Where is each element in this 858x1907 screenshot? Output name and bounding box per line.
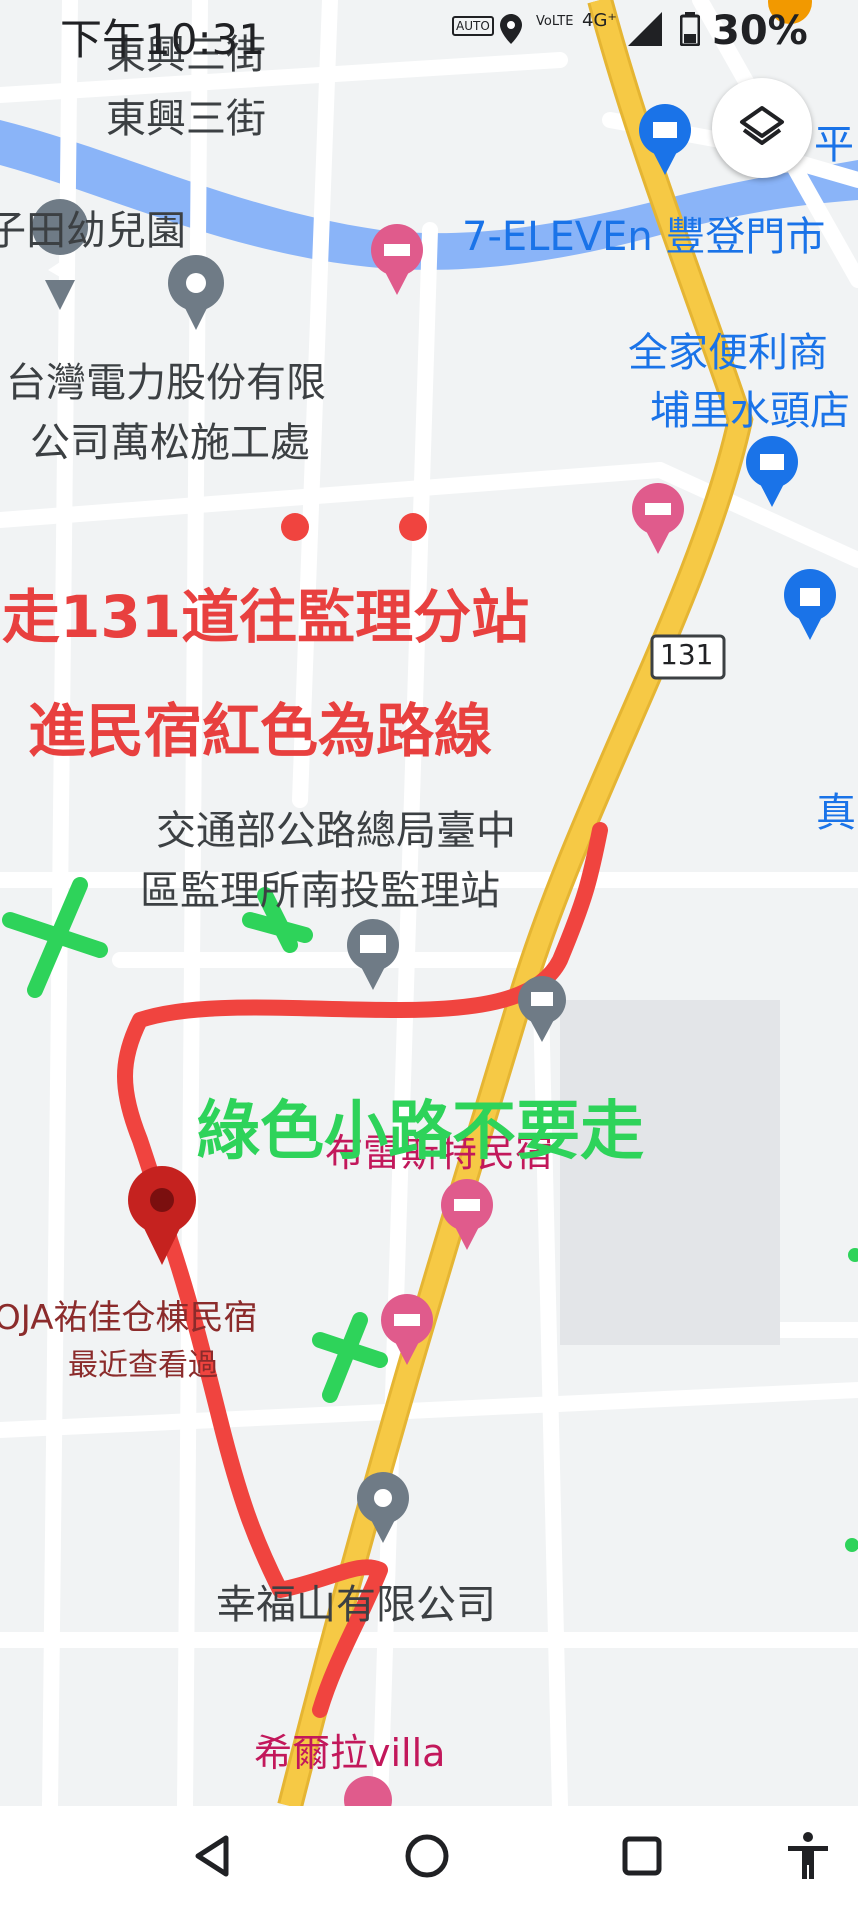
status-bar: 下午10:31 AUTO VoLTE 4G⁺ 30% (0, 0, 858, 64)
layers-icon (738, 102, 786, 154)
true-label-partial[interactable]: 真 (816, 780, 856, 838)
ping-label-partial[interactable]: 平 (814, 112, 854, 170)
annotation-green: 綠色小路不要走 (196, 1095, 644, 1169)
back-button[interactable] (182, 1828, 242, 1888)
mvd-label-1[interactable]: 交通部公路總局臺中 (156, 798, 516, 856)
back-icon (192, 1834, 232, 1882)
battery-icon (679, 12, 701, 52)
kindergarten-label[interactable]: 子田幼兒園 (0, 198, 186, 256)
accessibility-button[interactable] (778, 1828, 838, 1888)
location-icon (500, 14, 522, 50)
navigation-bar (0, 1806, 858, 1907)
red-dot (281, 513, 309, 541)
auto-brightness-icon: AUTO (452, 16, 494, 36)
red-dot (399, 513, 427, 541)
accessibility-icon (786, 1831, 830, 1885)
recents-button[interactable] (612, 1828, 672, 1888)
signal-icon (628, 12, 662, 52)
home-button[interactable] (397, 1828, 457, 1888)
home-icon (404, 1833, 450, 1883)
battery-percent: 30% (712, 8, 808, 54)
taipower-label-1[interactable]: 台灣電力股份有限 (6, 350, 326, 408)
family-mart-label-2[interactable]: 埔里水頭店 (650, 378, 850, 436)
volte-icon: VoLTE (536, 14, 574, 29)
network-type-icon: 4G⁺ (582, 10, 617, 31)
road-131-label: 131 (660, 638, 714, 671)
taipower-label-2[interactable]: 公司萬松施工處 (30, 410, 310, 468)
building-block (560, 1000, 780, 1345)
annotation-red-line2: 進民宿紅色為路線 (28, 697, 493, 765)
recently-viewed-label: 最近查看過 (68, 1348, 218, 1383)
xier-label[interactable]: 希爾拉villa (254, 1722, 445, 1777)
mvd-label-2[interactable]: 區監理所南投監理站 (140, 858, 500, 916)
recents-icon (621, 1835, 663, 1881)
oja-label[interactable]: OJA祐佳仓棟民宿 (0, 1290, 257, 1339)
annotation-red-line1: 走131道往監理分站 (2, 583, 530, 651)
street-label-dongxing3: 東興三街 (106, 96, 266, 142)
xingfu-label[interactable]: 幸福山有限公司 (216, 1572, 496, 1630)
status-time: 下午10:31 (60, 15, 266, 64)
family-mart-label-1[interactable]: 全家便利商 (628, 320, 828, 378)
map-canvas[interactable]: 131 東興三街 東興三街 子田幼兒園 7-ELEVEn 豐登門市 全家便利商 … (0, 0, 858, 1824)
layers-button[interactable] (712, 78, 812, 178)
seven-eleven-label[interactable]: 7-ELEVEn 豐登門市 (462, 204, 825, 262)
